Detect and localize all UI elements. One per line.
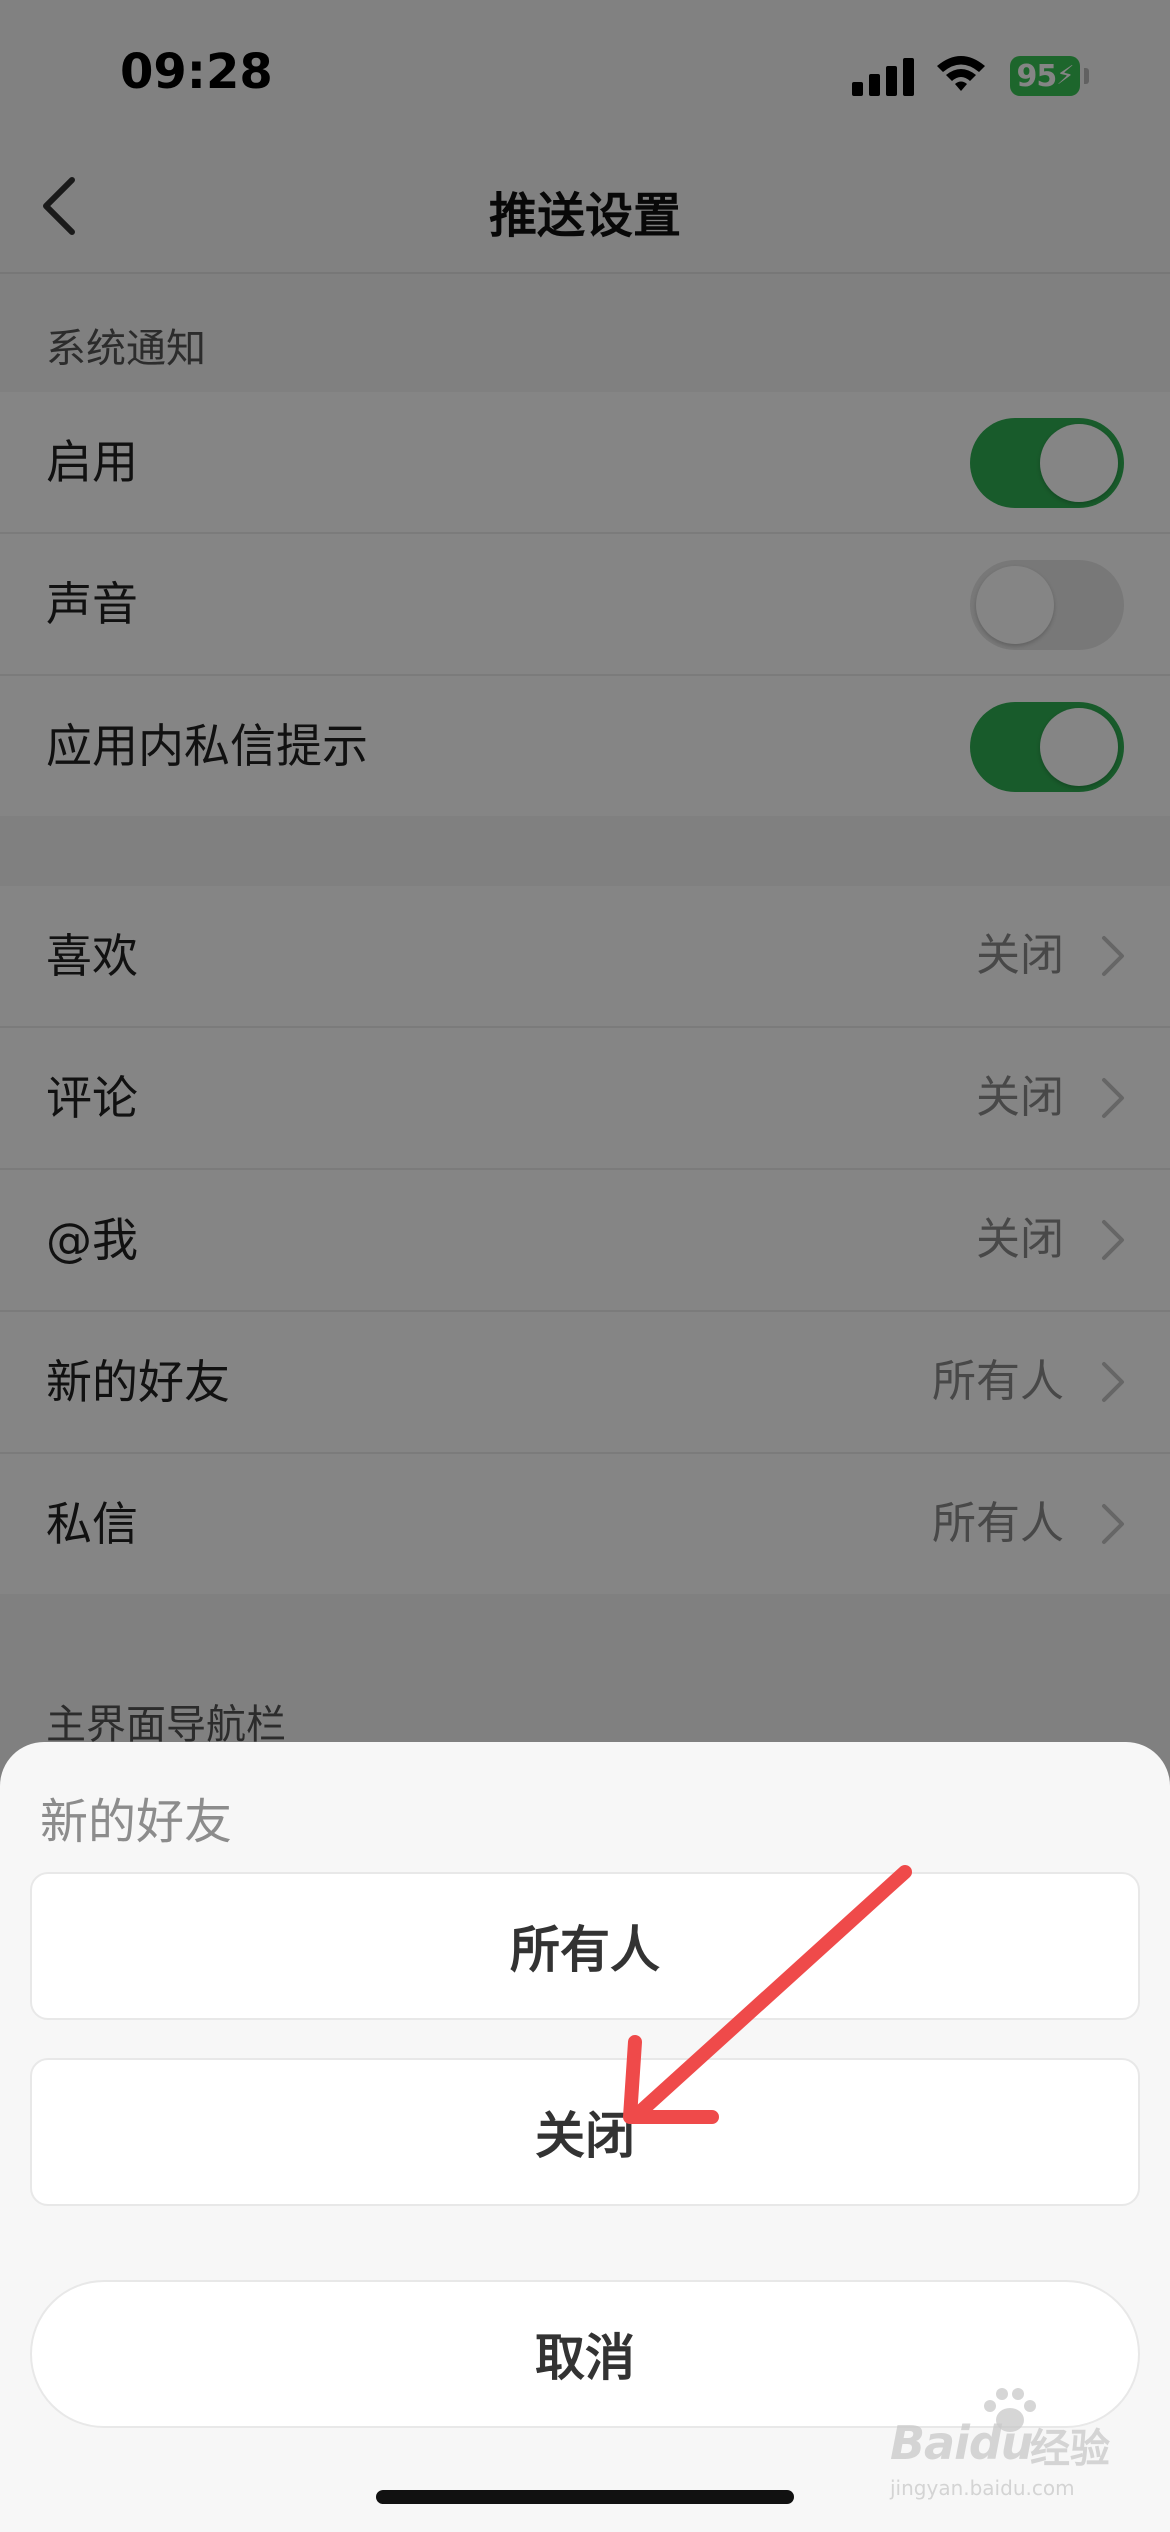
option-off-button[interactable]: 关闭 bbox=[30, 2058, 1140, 2206]
cancel-button[interactable]: 取消 bbox=[30, 2280, 1140, 2428]
watermark-brand-cn: 经验 bbox=[1030, 2426, 1110, 2472]
watermark-brand: Baidu bbox=[890, 2416, 1034, 2470]
baidu-jingyan-watermark: Baidu 经验 jingyan.baidu.com bbox=[890, 2388, 1130, 2500]
home-indicator bbox=[376, 2490, 794, 2504]
screen: 09:28 95 ⚡ 推送设置 系统通知 启用 声音 应用内私信提示 喜欢 关闭… bbox=[0, 0, 1170, 2532]
action-sheet-title: 新的好友 bbox=[40, 1794, 233, 1850]
option-everyone-button[interactable]: 所有人 bbox=[30, 1872, 1140, 2020]
watermark-url: jingyan.baidu.com bbox=[890, 2476, 1075, 2500]
